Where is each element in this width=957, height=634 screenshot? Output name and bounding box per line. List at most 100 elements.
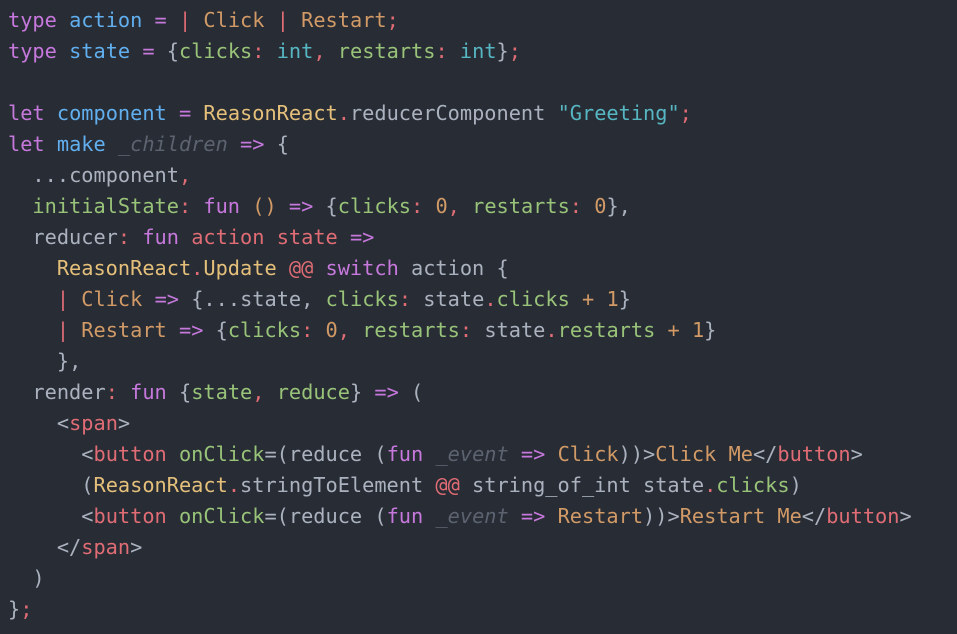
code-token: restarts (472, 194, 570, 218)
code-token: switch (325, 256, 399, 280)
code-token: ; (679, 101, 692, 125)
code-token: ))> (643, 504, 680, 528)
code-token: 0 (594, 194, 607, 218)
code-token: 0 (325, 318, 338, 342)
code-token: } (8, 597, 21, 621)
code-token: > (850, 442, 863, 466)
code-line: <button onClick=(reduce (fun _event => C… (8, 439, 957, 470)
code-token: _children (117, 132, 228, 156)
code-token: : (178, 194, 192, 218)
code-token: button (777, 442, 851, 466)
code-token: clicks (179, 39, 253, 63)
code-token: fun (386, 504, 424, 528)
code-token: { (276, 132, 289, 156)
code-token: 1 (606, 287, 619, 311)
code-line: render: fun {state, reduce} => ( (8, 377, 957, 408)
code-token: => (374, 380, 399, 404)
code-token: : (117, 225, 131, 249)
code-token: | (56, 287, 70, 311)
code-token: "Greeting" (557, 101, 680, 125)
code-token: Click (203, 8, 265, 32)
code-token: button (826, 504, 900, 528)
code-token: { (215, 318, 228, 342)
code-token: . (227, 473, 241, 497)
code-token: type (8, 8, 57, 32)
code-line: }, (8, 346, 957, 377)
code-token: ( (81, 473, 94, 497)
code-token: , (313, 39, 326, 63)
code-token: =( (264, 504, 289, 528)
code-token: | (178, 8, 192, 32)
code-token: action (411, 256, 485, 280)
code-token: = (178, 101, 192, 125)
code-token: ; (20, 597, 33, 621)
code-token: clicks (496, 287, 570, 311)
code-line: type state = {clicks: int, restarts: int… (8, 36, 957, 67)
code-token: : (301, 318, 314, 342)
code-token: restarts (337, 39, 436, 63)
code-token: . (545, 318, 558, 342)
code-token: button (93, 504, 167, 528)
code-token: : (105, 380, 118, 404)
code-token: _event (435, 442, 509, 466)
code-line: ReasonReact.Update @@ switch action { (8, 253, 957, 284)
code-token: button (93, 442, 167, 466)
code-token: = (154, 8, 167, 32)
code-token: ReasonReact (203, 101, 338, 125)
code-token: , (337, 318, 350, 342)
code-token: => (520, 504, 546, 528)
code-token: let (8, 132, 45, 156)
code-token: | (276, 8, 289, 32)
code-token: , (252, 380, 265, 404)
code-editor[interactable]: type action = | Click | Restart; type sta… (0, 0, 957, 634)
code-token: . (191, 256, 204, 280)
code-token: : (435, 39, 448, 63)
code-line: reducer: fun action state => (8, 222, 957, 253)
code-token: reduce (276, 380, 350, 404)
code-token: type (8, 39, 57, 63)
code-token: render (32, 380, 106, 404)
code-line: | Restart => {clicks: 0, restarts: state… (8, 315, 957, 346)
code-token: state (423, 287, 485, 311)
code-token: 1 (691, 318, 705, 342)
code-token: => (240, 132, 265, 156)
code-token: . (704, 473, 717, 497)
code-token: restarts (362, 318, 460, 342)
code-token: ( (374, 504, 387, 528)
code-token: { (191, 287, 204, 311)
